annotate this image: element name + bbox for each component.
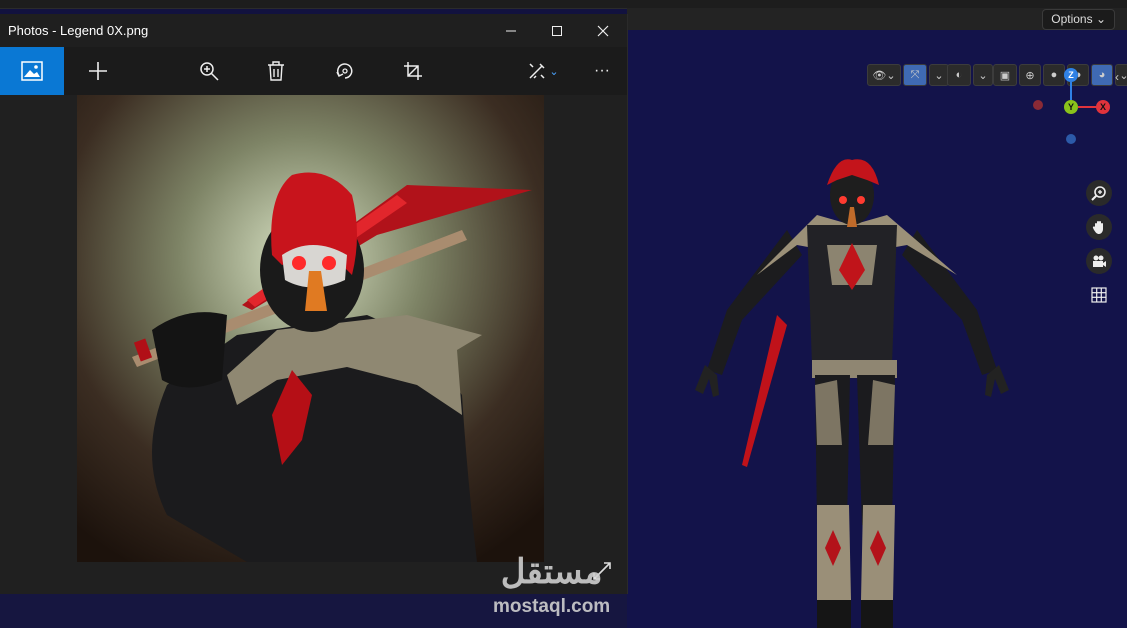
visibility-icon[interactable]: 👁⌄ bbox=[867, 64, 901, 86]
add-button[interactable] bbox=[74, 47, 122, 95]
options-label: Options bbox=[1051, 12, 1093, 26]
crop-button[interactable] bbox=[389, 47, 437, 95]
photos-toolbar: ⌄ ··· bbox=[0, 47, 627, 95]
crop-icon bbox=[404, 62, 422, 80]
neg-z-axis[interactable] bbox=[1066, 134, 1076, 144]
x-axis-line bbox=[1078, 106, 1097, 108]
watermark-arabic: مستقل bbox=[500, 553, 603, 591]
close-button[interactable] bbox=[580, 14, 626, 47]
3d-character-model[interactable] bbox=[667, 125, 1047, 628]
z-axis-line bbox=[1070, 82, 1072, 100]
view-tools bbox=[1086, 180, 1112, 308]
hand-pan-icon[interactable] bbox=[1086, 214, 1112, 240]
edit-create-button[interactable]: ⌄ bbox=[518, 47, 568, 95]
overlay-dropdown-icon[interactable]: ⌄ bbox=[973, 64, 993, 86]
zoom-button[interactable] bbox=[185, 47, 233, 95]
grid-ortho-icon[interactable] bbox=[1086, 282, 1112, 308]
rendered-shading-icon[interactable]: ◕ bbox=[1091, 64, 1113, 86]
gizmo-icon[interactable]: ⤧ bbox=[903, 64, 927, 86]
sidebar-toggle-icon[interactable]: ‹ bbox=[1115, 70, 1119, 84]
more-button[interactable]: ··· bbox=[578, 47, 626, 95]
photo-icon bbox=[21, 61, 43, 81]
x-axis[interactable]: X bbox=[1096, 100, 1110, 114]
y-label: Y bbox=[1067, 102, 1074, 112]
neg-x-axis[interactable] bbox=[1033, 100, 1043, 110]
plus-icon bbox=[89, 62, 107, 80]
edit-icon bbox=[529, 63, 545, 79]
more-icon: ··· bbox=[594, 62, 610, 79]
maximize-button[interactable] bbox=[534, 14, 580, 47]
watermark: مستقل mostaql.com bbox=[493, 555, 610, 616]
zoom-in-icon bbox=[200, 62, 219, 81]
y-axis[interactable]: Y bbox=[1064, 100, 1078, 114]
delete-button[interactable] bbox=[252, 47, 300, 95]
rotate-button[interactable] bbox=[321, 47, 369, 95]
edit-dropdown-icon: ⌄ bbox=[549, 65, 559, 78]
z-label: Z bbox=[1068, 70, 1074, 80]
view-photo-button[interactable] bbox=[0, 47, 64, 95]
close-icon bbox=[597, 25, 609, 36]
xray-group: ▣ bbox=[993, 64, 1017, 86]
gizmo-dropdown-icon[interactable]: ⌄ bbox=[929, 64, 949, 86]
window-title: Photos - Legend 0X.png bbox=[8, 23, 149, 38]
viewport-header: Options ⌄ bbox=[627, 8, 1127, 30]
options-dropdown[interactable]: Options ⌄ bbox=[1042, 9, 1115, 30]
gizmo-group: ⤧ ⌄ bbox=[903, 64, 949, 86]
x-label: X bbox=[1099, 102, 1106, 112]
solid-shading-icon[interactable]: ● bbox=[1043, 64, 1065, 86]
title-bar[interactable]: Photos - Legend 0X.png bbox=[0, 14, 627, 47]
wireframe-shading-icon[interactable]: ⊕ bbox=[1019, 64, 1041, 86]
minimize-button[interactable] bbox=[488, 14, 534, 47]
watermark-latin: mostaql.com bbox=[493, 596, 611, 617]
rotate-icon bbox=[336, 63, 353, 79]
zoom-icon[interactable] bbox=[1086, 180, 1112, 206]
trash-icon bbox=[268, 61, 284, 81]
z-axis[interactable]: Z bbox=[1064, 68, 1078, 82]
xray-icon[interactable]: ▣ bbox=[993, 64, 1017, 86]
3d-viewport[interactable]: 👁⌄ ⤧ ⌄ ◐ ⌄ ▣ ⊕ ● ◑ ◕ ⌄ Z Y X ‹ bbox=[627, 30, 1127, 628]
camera-icon[interactable] bbox=[1086, 248, 1112, 274]
maximize-icon bbox=[552, 25, 562, 36]
overlay-icon[interactable]: ◐ bbox=[947, 64, 971, 86]
photos-window: Photos - Legend 0X.png ⌄ ··· bbox=[0, 14, 628, 594]
displayed-photo[interactable] bbox=[77, 95, 544, 562]
minimize-icon bbox=[506, 30, 516, 31]
view-object-types: 👁⌄ bbox=[867, 64, 901, 86]
overlay-group: ◐ ⌄ bbox=[947, 64, 993, 86]
